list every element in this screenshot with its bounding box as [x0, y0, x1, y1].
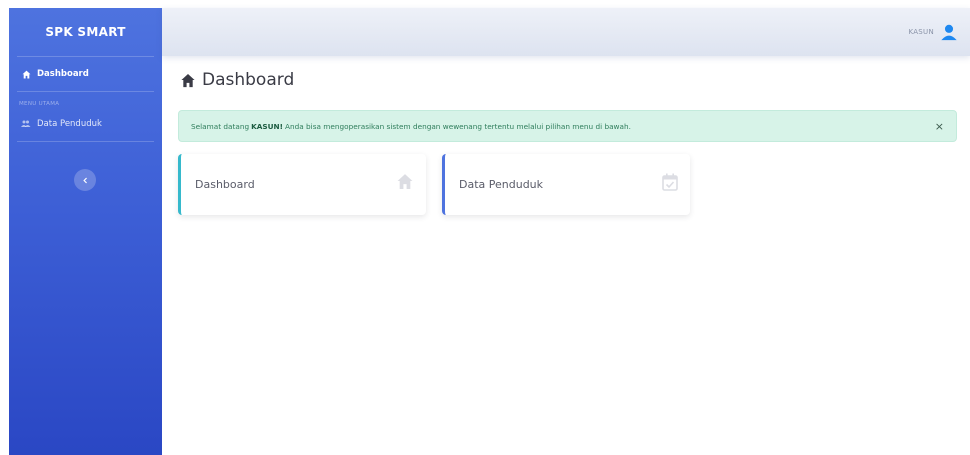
user-menu[interactable]: KASUN: [908, 8, 958, 56]
card-dashboard[interactable]: Dashboard: [178, 154, 426, 215]
welcome-alert: Selamat datang KASUN! Anda bisa mengoper…: [178, 110, 957, 142]
sidebar-item-label: Dashboard: [37, 69, 89, 79]
chevron-left-icon: [82, 177, 89, 184]
page-title-text: Dashboard: [202, 70, 295, 90]
calendar-check-icon: [662, 173, 678, 191]
card-label: Data Penduduk: [459, 178, 544, 191]
alert-user: KASUN!: [251, 121, 283, 131]
alert-message: Anda bisa mengoperasikan sistem dengan w…: [285, 121, 631, 131]
sidebar-item-dashboard[interactable]: Dashboard: [9, 57, 162, 91]
topbar: KASUN: [162, 8, 970, 56]
sidebar: SPK SMART Dashboard MENU UTAMA Data Pend…: [9, 8, 162, 455]
sidebar-divider: [17, 141, 154, 142]
user-name: KASUN: [908, 28, 934, 36]
home-icon: [19, 70, 33, 79]
card-data-penduduk[interactable]: Data Penduduk: [442, 154, 690, 215]
main-content: Dashboard Selamat datang KASUN! Anda bis…: [162, 56, 970, 455]
card-label: Dashboard: [195, 178, 255, 191]
home-icon: [396, 173, 414, 190]
sidebar-item-label: Data Penduduk: [37, 119, 102, 129]
user-icon: [940, 23, 958, 41]
alert-close-button[interactable]: ×: [935, 120, 944, 133]
home-icon: [180, 73, 196, 88]
sidebar-item-data-penduduk[interactable]: Data Penduduk: [9, 107, 162, 141]
sidebar-divider: [17, 91, 154, 92]
sidebar-toggle-button[interactable]: [74, 169, 96, 191]
sidebar-brand[interactable]: SPK SMART: [9, 8, 162, 56]
alert-prefix: Selamat datang: [191, 121, 250, 131]
app-frame: SPK SMART Dashboard MENU UTAMA Data Pend…: [0, 0, 970, 455]
page-title: Dashboard: [180, 70, 294, 90]
users-icon: [19, 120, 33, 128]
